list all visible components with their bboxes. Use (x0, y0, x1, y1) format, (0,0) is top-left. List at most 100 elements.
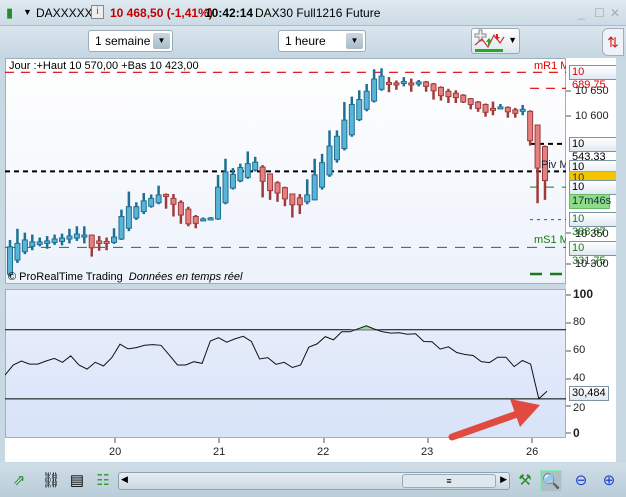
candle[interactable] (244, 151, 251, 179)
candle[interactable] (356, 90, 363, 122)
candle[interactable] (66, 228, 73, 244)
candle[interactable] (400, 77, 407, 87)
candle[interactable] (192, 215, 199, 229)
candlestick-icon[interactable]: ▮ (6, 5, 13, 21)
chevron-down-icon[interactable]: ▼ (508, 35, 517, 45)
info-icon[interactable]: i (91, 5, 104, 19)
price-tick: 10 350 (575, 228, 609, 240)
candle[interactable] (319, 153, 326, 190)
chevron-down-icon[interactable]: ▼ (346, 33, 363, 49)
zoom-out-icon[interactable]: ⊖ (570, 470, 592, 492)
candle[interactable] (363, 83, 370, 112)
period-select[interactable]: 1 semaine ▼ (88, 30, 173, 52)
candle[interactable] (274, 181, 281, 202)
candle[interactable] (504, 106, 511, 118)
candle[interactable] (296, 193, 303, 215)
candle[interactable] (378, 68, 385, 91)
candle[interactable] (170, 193, 177, 217)
candle[interactable] (408, 78, 415, 92)
candle[interactable] (59, 233, 66, 246)
candle[interactable] (415, 80, 422, 87)
auto-zoom-icon[interactable]: 🔍 (540, 470, 562, 492)
candle[interactable] (489, 101, 496, 116)
candle[interactable] (21, 232, 28, 255)
candle[interactable] (140, 193, 147, 215)
horizontal-scrollbar[interactable]: ◀ ≡ ▶ (118, 472, 510, 490)
candle[interactable] (96, 236, 103, 251)
candle[interactable] (111, 228, 118, 244)
candle[interactable] (103, 237, 110, 251)
scroll-left-icon[interactable]: ◀ (121, 474, 128, 485)
candle[interactable] (512, 107, 519, 118)
candle[interactable] (51, 234, 58, 245)
tools-icon[interactable]: ⚒ (514, 470, 536, 492)
candle[interactable] (348, 96, 355, 137)
candle[interactable] (281, 186, 288, 207)
candle[interactable] (534, 124, 541, 204)
candle[interactable] (304, 179, 311, 205)
candle[interactable] (542, 145, 548, 200)
symbol-label[interactable]: DAXXXXX (36, 6, 93, 20)
candle[interactable] (163, 193, 170, 209)
candle[interactable] (215, 174, 222, 220)
candle-body (415, 81, 422, 85)
candle[interactable] (252, 156, 259, 172)
candle[interactable] (445, 88, 452, 104)
candle-body (81, 234, 88, 238)
candle[interactable] (326, 130, 333, 177)
price-chart-canvas[interactable] (5, 58, 566, 284)
minimize-icon[interactable]: _ (578, 6, 585, 20)
scroll-right-icon[interactable]: ▶ (500, 474, 507, 485)
candle[interactable] (267, 173, 274, 200)
zoom-in-icon[interactable]: ⊕ (598, 470, 620, 492)
candle[interactable] (289, 193, 296, 218)
candle[interactable] (200, 217, 207, 222)
order-book-icon[interactable]: ☷ (92, 470, 114, 492)
candle[interactable] (133, 202, 140, 220)
candle[interactable] (430, 82, 437, 100)
candle[interactable] (437, 86, 444, 101)
add-indicator-button[interactable]: ▼ (471, 28, 520, 54)
link-icon[interactable]: ⛓ (40, 470, 62, 492)
close-icon[interactable]: ✕ (610, 6, 620, 20)
candle[interactable] (482, 103, 489, 117)
candle[interactable] (341, 102, 348, 151)
candle[interactable] (207, 216, 214, 221)
candle[interactable] (452, 90, 459, 104)
candle[interactable] (527, 110, 534, 146)
candle[interactable] (237, 163, 244, 183)
candle[interactable] (460, 94, 467, 104)
candle[interactable] (333, 130, 340, 163)
candle[interactable] (371, 69, 378, 103)
interval-select[interactable]: 1 heure ▼ (278, 30, 366, 52)
candle[interactable] (14, 228, 21, 263)
candle[interactable] (475, 101, 482, 112)
export-icon[interactable]: ⇗ (8, 470, 30, 492)
maximize-icon[interactable]: ☐ (594, 6, 605, 20)
report-icon[interactable]: ▤ (66, 470, 88, 492)
candle[interactable] (44, 236, 51, 249)
sync-arrows-icon[interactable]: ⇅ (602, 28, 624, 56)
candle[interactable] (81, 226, 88, 244)
candle[interactable] (393, 80, 400, 90)
scrollbar-thumb-icon[interactable]: ≡ (402, 474, 496, 488)
candle[interactable] (36, 237, 43, 247)
candle[interactable] (185, 206, 192, 227)
candle[interactable] (259, 165, 266, 198)
chevron-down-icon[interactable]: ▼ (153, 33, 170, 49)
candle[interactable] (311, 158, 318, 201)
candle[interactable] (467, 98, 474, 110)
candle[interactable] (125, 191, 132, 232)
candle[interactable] (155, 185, 162, 205)
candle[interactable] (177, 200, 184, 224)
candle[interactable] (497, 103, 504, 110)
candle[interactable] (88, 234, 95, 257)
candle[interactable] (148, 194, 155, 208)
candle[interactable] (519, 104, 526, 116)
candle[interactable] (423, 80, 430, 92)
chevron-down-icon[interactable]: ▼ (23, 7, 32, 17)
candle[interactable] (222, 158, 229, 205)
candle[interactable] (385, 77, 392, 93)
candle[interactable] (73, 226, 80, 241)
candle[interactable] (118, 209, 125, 240)
